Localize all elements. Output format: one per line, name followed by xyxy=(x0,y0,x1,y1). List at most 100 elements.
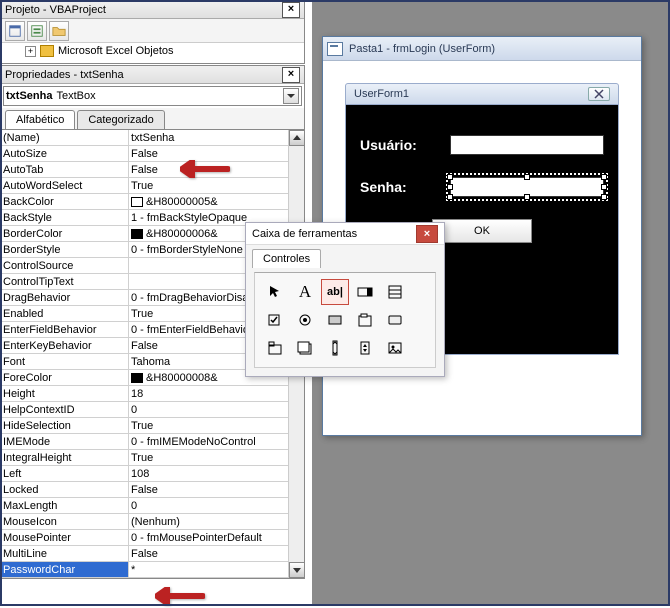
form-icon xyxy=(327,42,343,56)
property-value[interactable]: True xyxy=(129,450,304,465)
property-name: MaxLength xyxy=(1,498,129,513)
project-title-bar: Projeto - VBAProject × xyxy=(1,1,304,19)
close-icon[interactable]: × xyxy=(282,2,300,18)
property-name: MouseIcon xyxy=(1,514,129,529)
property-row[interactable]: Left108 xyxy=(1,466,304,482)
property-row[interactable]: Height18 xyxy=(1,386,304,402)
tool-checkbox[interactable] xyxy=(261,307,289,333)
color-swatch-icon xyxy=(131,373,143,383)
property-name: ControlSource xyxy=(1,258,129,273)
property-value[interactable]: False xyxy=(129,546,304,561)
close-icon[interactable]: × xyxy=(416,225,438,243)
property-value[interactable]: 0 xyxy=(129,498,304,513)
property-name: Font xyxy=(1,354,129,369)
property-value[interactable]: False xyxy=(129,482,304,497)
property-row[interactable]: BackColor&H80000005& xyxy=(1,194,304,210)
property-value[interactable]: 0 xyxy=(129,402,304,417)
property-value[interactable]: True xyxy=(129,178,304,193)
color-swatch-icon xyxy=(131,229,143,239)
property-row[interactable]: HelpContextID0 xyxy=(1,402,304,418)
close-icon[interactable] xyxy=(588,87,610,101)
scroll-up-icon[interactable] xyxy=(289,130,304,146)
color-swatch-icon xyxy=(131,197,143,207)
property-name: AutoSize xyxy=(1,146,129,161)
property-value[interactable]: 18 xyxy=(129,386,304,401)
property-row[interactable]: AutoTabFalse xyxy=(1,162,304,178)
property-value[interactable]: * xyxy=(129,562,304,577)
property-value[interactable]: 108 xyxy=(129,466,304,481)
tool-multipage[interactable] xyxy=(291,335,319,361)
property-row[interactable]: IntegralHeightTrue xyxy=(1,450,304,466)
view-code-button[interactable] xyxy=(5,21,25,41)
form-window-title: Pasta1 - frmLogin (UserForm) xyxy=(349,43,495,55)
properties-title-bar: Propriedades - txtSenha × xyxy=(1,66,304,84)
tool-spinbutton[interactable] xyxy=(351,335,379,361)
property-row[interactable]: PasswordChar* xyxy=(1,562,304,578)
close-icon[interactable]: × xyxy=(282,67,300,83)
toolbox-window[interactable]: Caixa de ferramentas × Controles A ab| xyxy=(245,222,445,377)
property-row[interactable]: MousePointer0 - fmMousePointerDefault xyxy=(1,530,304,546)
property-name: PasswordChar xyxy=(1,562,129,577)
label-usuario: Usuário: xyxy=(360,137,450,153)
project-toolbar xyxy=(1,19,304,43)
property-name: BorderColor xyxy=(1,226,129,241)
property-name: IMEMode xyxy=(1,434,129,449)
property-name: HideSelection xyxy=(1,418,129,433)
expand-icon[interactable]: + xyxy=(25,46,36,57)
property-row[interactable]: MouseIcon(Nenhum) xyxy=(1,514,304,530)
tool-frame[interactable] xyxy=(351,307,379,333)
tab-alphabetic[interactable]: Alfabético xyxy=(5,110,75,129)
property-row[interactable]: (Name)txtSenha xyxy=(1,130,304,146)
userform-titlebar[interactable]: UserForm1 xyxy=(345,83,619,105)
tool-commandbutton[interactable] xyxy=(381,307,409,333)
property-row[interactable]: MultiLineFalse xyxy=(1,546,304,562)
tool-scrollbar[interactable] xyxy=(321,335,349,361)
property-name: MultiLine xyxy=(1,546,129,561)
property-row[interactable]: HideSelectionTrue xyxy=(1,418,304,434)
property-row[interactable]: IMEMode0 - fmIMEModeNoControl xyxy=(1,434,304,450)
property-row[interactable]: LockedFalse xyxy=(1,482,304,498)
tool-image[interactable] xyxy=(381,335,409,361)
property-value[interactable]: True xyxy=(129,418,304,433)
property-value[interactable]: 0 - fmMousePointerDefault xyxy=(129,530,304,545)
annotation-arrow-icon xyxy=(155,587,205,608)
property-value[interactable]: &H80000005& xyxy=(129,194,304,209)
tool-combobox[interactable] xyxy=(351,279,379,305)
object-combo[interactable]: txtSenha TextBox xyxy=(3,86,302,106)
property-row[interactable]: AutoWordSelectTrue xyxy=(1,178,304,194)
tool-select[interactable] xyxy=(261,279,289,305)
project-panel: Projeto - VBAProject × + Microsoft Excel… xyxy=(0,0,305,64)
property-value[interactable]: txtSenha xyxy=(129,130,304,145)
property-name: ControlTipText xyxy=(1,274,129,289)
property-name: MousePointer xyxy=(1,530,129,545)
property-row[interactable]: AutoSizeFalse xyxy=(1,146,304,162)
usuario-input[interactable] xyxy=(450,135,604,155)
toolbox-titlebar[interactable]: Caixa de ferramentas × xyxy=(246,223,444,245)
toolbox-title: Caixa de ferramentas xyxy=(252,228,357,240)
ok-button[interactable]: OK xyxy=(432,219,532,243)
tool-textbox[interactable]: ab| xyxy=(321,279,349,305)
property-value[interactable]: False xyxy=(129,146,304,161)
property-value[interactable]: False xyxy=(129,162,304,177)
folder-toggle-button[interactable] xyxy=(49,21,69,41)
form-window-titlebar[interactable]: Pasta1 - frmLogin (UserForm) xyxy=(323,37,641,61)
chevron-down-icon[interactable] xyxy=(283,88,299,104)
view-object-button[interactable] xyxy=(27,21,47,41)
userform-caption: UserForm1 xyxy=(354,88,409,100)
tool-tabstrip[interactable] xyxy=(261,335,289,361)
toolbox-tab-controles[interactable]: Controles xyxy=(252,249,321,268)
scroll-down-icon[interactable] xyxy=(289,562,304,578)
tool-label[interactable]: A xyxy=(291,279,319,305)
tree-item[interactable]: + Microsoft Excel Objetos xyxy=(1,43,304,59)
property-name: BorderStyle xyxy=(1,242,129,257)
combo-type: TextBox xyxy=(56,90,95,102)
property-value[interactable]: (Nenhum) xyxy=(129,514,304,529)
tool-optionbutton[interactable] xyxy=(291,307,319,333)
tool-togglebutton[interactable] xyxy=(321,307,349,333)
property-name: AutoWordSelect xyxy=(1,178,129,193)
tab-categorized[interactable]: Categorizado xyxy=(77,110,164,129)
senha-input[interactable] xyxy=(450,177,604,197)
tool-listbox[interactable] xyxy=(381,279,409,305)
property-value[interactable]: 0 - fmIMEModeNoControl xyxy=(129,434,304,449)
property-row[interactable]: MaxLength0 xyxy=(1,498,304,514)
